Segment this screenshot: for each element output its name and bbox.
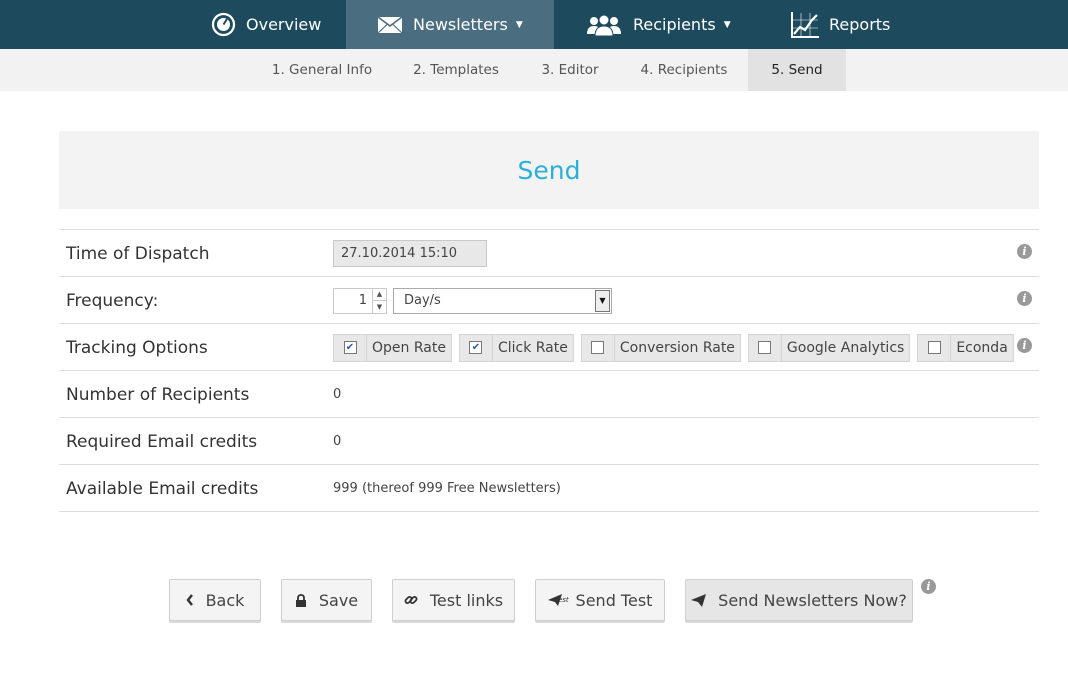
tracking-option-label: Open Rate (372, 339, 446, 356)
tracking-option-click-rate[interactable]: ✔ Click Rate (458, 333, 574, 362)
stepper-down-icon[interactable]: ▼ (373, 301, 386, 313)
nav-item-label: Recipients (633, 15, 716, 34)
nav-item-reports[interactable]: Reports (791, 0, 890, 49)
checkbox-wrap (749, 334, 782, 361)
checkbox-wrap (918, 334, 952, 361)
envelope-icon (377, 15, 403, 34)
test-links-button-label: Test links (429, 590, 504, 610)
info-icon[interactable]: i (1017, 244, 1032, 259)
caret-down-icon: ▼ (515, 19, 523, 30)
stepper-buttons: ▲ ▼ (373, 287, 387, 314)
paper-plane-icon (691, 593, 707, 607)
tracking-option-open-rate[interactable]: ✔ Open Rate (333, 333, 452, 362)
info-icon[interactable]: i (1017, 338, 1032, 353)
dispatch-datetime-input[interactable]: 27.10.2014 15:10 (333, 240, 487, 267)
top-navigation: Overview Newsletters ▼ Recipients ▼ Repo… (0, 0, 1068, 49)
send-test-icon-text: Test (554, 596, 569, 604)
step-label: 2. Templates (413, 62, 499, 78)
frequency-count-input[interactable]: 1 (333, 287, 373, 314)
save-button-label: Save (318, 590, 359, 610)
save-button[interactable]: Save (281, 579, 372, 621)
send-form: Time of Dispatch 27.10.2014 15:10 i Freq… (59, 229, 1039, 512)
row-available-credits: Available Email credits 999 (thereof 999… (59, 465, 1039, 512)
step-label: 3. Editor (541, 62, 599, 78)
send-test-button[interactable]: Test Send Test (535, 579, 665, 621)
recipients-value: 0 (333, 387, 342, 402)
tracking-option-conversion-rate[interactable]: Conversion Rate (580, 333, 741, 362)
step-send[interactable]: 5. Send (748, 49, 846, 91)
required-credits-value: 0 (333, 434, 342, 449)
available-credits-value: 999 (thereof 999 Free Newsletters) (333, 481, 561, 496)
row-required-credits: Required Email credits 0 (59, 418, 1039, 465)
nav-item-label: Overview (246, 15, 322, 34)
lock-icon (295, 593, 307, 607)
google-analytics-checkbox[interactable] (758, 341, 772, 354)
step-label: 5. Send (771, 62, 823, 78)
open-rate-checkbox[interactable]: ✔ (343, 341, 357, 354)
step-templates[interactable]: 2. Templates (392, 49, 520, 91)
frequency-value-wrap: 1 ▲ ▼ Day/s ▼ (333, 277, 612, 324)
frequency-stepper: 1 ▲ ▼ (333, 287, 387, 314)
send-newsletters-now-button[interactable]: Send Newsletters Now? (685, 579, 913, 621)
checkbox-wrap: ✔ (460, 334, 493, 361)
chevron-left-icon (186, 594, 194, 606)
tracking-options-wrap: ✔ Open Rate ✔ Click Rate Conversion Rate… (333, 324, 1021, 371)
test-links-button[interactable]: Test links (392, 579, 515, 621)
conversion-rate-checkbox[interactable] (591, 341, 605, 354)
send-now-button-label: Send Newsletters Now? (718, 590, 907, 610)
checkbox-wrap (582, 334, 615, 361)
info-icon[interactable]: i (1017, 291, 1032, 306)
chart-icon (791, 11, 819, 38)
tracking-option-label: Conversion Rate (619, 339, 735, 356)
available-credits-label: Available Email credits (66, 478, 259, 499)
row-tracking-options: Tracking Options ✔ Open Rate ✔ Click Rat… (59, 324, 1039, 371)
tracking-option-econda[interactable]: Econda (917, 333, 1014, 362)
caret-down-icon: ▼ (723, 19, 731, 30)
frequency-label: Frequency: (66, 290, 159, 311)
link-icon (404, 593, 418, 607)
section-header: Send (59, 131, 1039, 209)
page-title: Send (517, 155, 581, 185)
recipients-label: Number of Recipients (66, 384, 250, 405)
step-label: 4. Recipients (640, 62, 728, 78)
send-test-button-label: Send Test (575, 590, 653, 610)
tracking-label: Tracking Options (66, 337, 208, 358)
tracking-option-label: Google Analytics (786, 339, 905, 356)
step-recipients[interactable]: 4. Recipients (620, 49, 748, 91)
nav-item-recipients[interactable]: Recipients ▼ (585, 0, 731, 49)
frequency-unit-select[interactable]: Day/s ▼ (393, 287, 612, 314)
row-time-of-dispatch: Time of Dispatch 27.10.2014 15:10 i (59, 230, 1039, 277)
nav-item-label: Newsletters (413, 15, 508, 34)
gauge-icon (211, 12, 236, 37)
tracking-option-label: Click Rate (497, 339, 568, 356)
checkbox-wrap: ✔ (334, 334, 367, 361)
required-credits-label: Required Email credits (66, 431, 258, 452)
dispatch-label: Time of Dispatch (66, 243, 210, 264)
click-rate-checkbox[interactable]: ✔ (469, 341, 483, 354)
wizard-steps: 1. General Info 2. Templates 3. Editor 4… (0, 49, 1068, 91)
row-frequency: Frequency: 1 ▲ ▼ Day/s ▼ i (59, 277, 1039, 324)
dispatch-value-wrap: 27.10.2014 15:10 (333, 230, 487, 277)
nav-item-label: Reports (829, 15, 891, 34)
step-general-info[interactable]: 1. General Info (252, 49, 392, 91)
send-test-icon: Test (547, 593, 570, 607)
tracking-option-label: Econda (956, 339, 1008, 356)
users-icon (585, 14, 623, 36)
step-label: 1. General Info (271, 62, 373, 78)
back-button-label: Back (205, 590, 245, 610)
back-button[interactable]: Back (169, 579, 261, 621)
frequency-unit-value: Day/s (404, 293, 441, 308)
nav-item-overview[interactable]: Overview (211, 0, 321, 49)
row-number-of-recipients: Number of Recipients 0 (59, 371, 1039, 418)
info-icon[interactable]: i (921, 579, 936, 594)
tracking-option-google-analytics[interactable]: Google Analytics (747, 333, 911, 362)
dropdown-arrow-icon[interactable]: ▼ (595, 289, 610, 312)
step-editor[interactable]: 3. Editor (520, 49, 620, 91)
nav-item-newsletters[interactable]: Newsletters ▼ (346, 0, 554, 49)
econda-checkbox[interactable] (927, 341, 941, 354)
stepper-up-icon[interactable]: ▲ (373, 289, 386, 301)
